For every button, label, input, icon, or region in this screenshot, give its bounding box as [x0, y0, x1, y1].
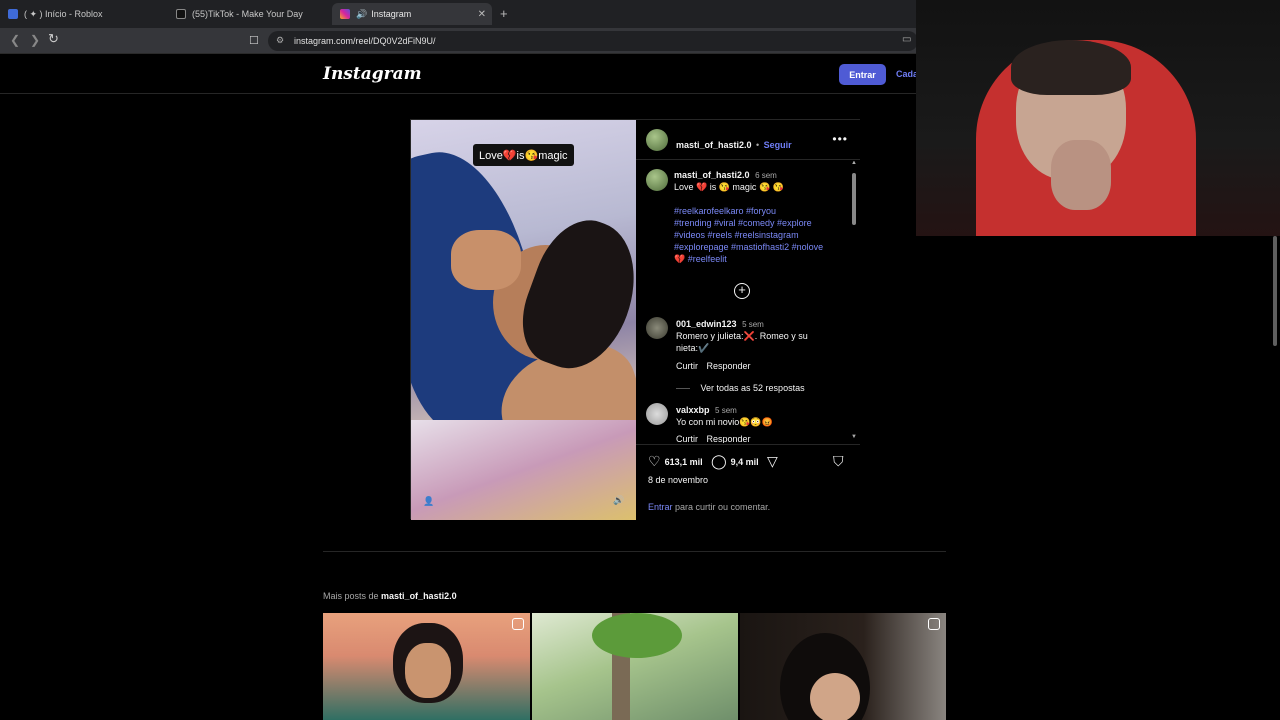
- caption-text: Love 💔 is 😘 magic 😘 😘: [674, 182, 784, 192]
- tab-instagram[interactable]: 🔊 Instagram ✕: [332, 3, 492, 25]
- follow-separator: •: [756, 140, 760, 150]
- webcam-overlay: [916, 0, 1280, 236]
- comment-text: nieta:✔️: [676, 343, 710, 353]
- scroll-up-icon[interactable]: ▲: [851, 161, 857, 166]
- author-avatar[interactable]: [646, 129, 668, 151]
- reload-icon[interactable]: ↻: [48, 31, 59, 47]
- post-header: masti_of_hasti2.0 • Seguir •••: [636, 120, 860, 160]
- caption-time: 6 sem: [755, 171, 777, 180]
- tab-title: Instagram: [371, 9, 412, 19]
- replies-divider: [676, 388, 690, 390]
- more-posts-label: Mais posts de: [323, 591, 379, 601]
- post-actions: ♡ 613,1 mil ◯ 9,4 mil ▽ ⛉ 8 de novembro …: [636, 444, 860, 520]
- comments-scroll-area[interactable]: masti_of_hasti2.0 6 sem Love 💔 is 😘 magi…: [636, 161, 860, 443]
- reel-icon: [928, 618, 940, 630]
- instagram-favicon-icon: [340, 9, 350, 19]
- webcam-hand: [1051, 140, 1111, 210]
- hashtag-line[interactable]: 💔 #reelfeelit: [674, 254, 727, 265]
- like-comment-button[interactable]: Curtir: [676, 361, 698, 371]
- url-text: instagram.com/reel/DQ0V2dFiN9U/: [294, 36, 436, 46]
- comments-count: 9,4 mil: [730, 456, 759, 467]
- back-icon[interactable]: ❮: [10, 33, 20, 47]
- hashtag-line[interactable]: #trending #viral #comedy #explore: [674, 218, 812, 228]
- thumbnail-leaves: [592, 613, 682, 658]
- comment-avatar[interactable]: [646, 317, 668, 339]
- view-replies-link[interactable]: Ver todas as 52 respostas: [701, 383, 805, 393]
- comment-icon: ◯: [711, 453, 727, 469]
- instagram-logo[interactable]: Instagram: [323, 64, 422, 84]
- caption-username[interactable]: masti_of_hasti2.0: [674, 170, 750, 180]
- post-container: Love💔is😘magic 👤 🔊 masti_of_hasti2.0 • Se…: [410, 119, 860, 520]
- new-tab-button[interactable]: +: [500, 6, 508, 21]
- author-username[interactable]: masti_of_hasti2.0: [676, 140, 752, 150]
- caption-avatar[interactable]: [646, 169, 668, 191]
- more-icon[interactable]: •••: [832, 132, 848, 146]
- more-post-thumbnail[interactable]: [532, 613, 738, 720]
- comment-button[interactable]: ◯ 9,4 mil: [711, 453, 759, 470]
- comment-avatar[interactable]: [646, 403, 668, 425]
- tiktok-favicon-icon: [176, 9, 186, 19]
- tab-title: ( ✦ ) Início - Roblox: [24, 8, 103, 19]
- comment-username[interactable]: valxxbp: [676, 405, 710, 415]
- scroll-down-icon[interactable]: ▼: [851, 434, 857, 440]
- reel-icon: [512, 618, 524, 630]
- save-button[interactable]: ⛉: [833, 453, 844, 470]
- reply-comment-button[interactable]: Responder: [707, 361, 751, 371]
- section-divider: [323, 551, 946, 552]
- save-icon: ⛉: [833, 453, 844, 469]
- more-post-thumbnail[interactable]: [323, 613, 530, 720]
- comment-text: Romero y julieta:❌. Romeo y su: [676, 331, 808, 341]
- hashtag-line[interactable]: #reelkarofeelkaro #foryou: [674, 206, 776, 216]
- page-scrollbar[interactable]: [1270, 236, 1280, 720]
- address-bar[interactable]: ⚙ instagram.com/reel/DQ0V2dFiN9U/: [268, 31, 918, 51]
- bookmark-icon[interactable]: ☐: [249, 34, 259, 47]
- login-button[interactable]: Entrar: [839, 64, 886, 85]
- post-date: 8 de novembro: [648, 475, 709, 485]
- more-post-thumbnail[interactable]: [740, 613, 946, 720]
- hashtag-line[interactable]: #videos #reels #reelsinstagram: [674, 230, 799, 240]
- video-frame-bedsheet: [411, 420, 636, 520]
- more-posts-user[interactable]: masti_of_hasti2.0: [381, 591, 457, 601]
- comments-scrollbar-thumb[interactable]: [852, 173, 856, 225]
- page-scrollbar-thumb[interactable]: [1273, 236, 1277, 346]
- roblox-favicon-icon: [8, 9, 18, 19]
- follow-button[interactable]: Seguir: [764, 140, 792, 150]
- share-button[interactable]: ▽: [767, 453, 778, 470]
- signup-link[interactable]: Cada: [896, 69, 918, 79]
- share-icon: ▽: [767, 453, 778, 469]
- comment-time: 5 sem: [715, 406, 737, 415]
- like-comment-button[interactable]: Curtir: [676, 434, 698, 443]
- user-tag-icon[interactable]: 👤: [423, 496, 434, 507]
- more-posts-heading: Mais posts de masti_of_hasti2.0: [323, 591, 457, 601]
- login-prompt-text: para curtir ou comentar.: [675, 502, 771, 512]
- comment-text: Yo con mi novio😘😳😡: [676, 417, 773, 427]
- reply-comment-button[interactable]: Responder: [707, 434, 751, 443]
- like-button[interactable]: ♡ 613,1 mil: [648, 453, 703, 470]
- forward-icon[interactable]: ❯: [30, 33, 40, 47]
- heart-icon: ♡: [648, 453, 661, 469]
- video-frame-hand: [451, 230, 521, 290]
- tab-roblox[interactable]: ( ✦ ) Início - Roblox: [0, 3, 168, 25]
- thumbnail-face: [405, 643, 451, 698]
- hashtag-line[interactable]: #explorepage #mastiofhasti2 #nolove: [674, 242, 823, 252]
- mute-icon[interactable]: 🔊: [613, 495, 624, 506]
- comments-scrollbar[interactable]: ▲ ▼: [850, 161, 858, 443]
- post-panel: masti_of_hasti2.0 • Seguir ••• masti_of_…: [636, 120, 860, 520]
- comment-username[interactable]: 001_edwin123: [676, 319, 737, 329]
- cast-icon[interactable]: ▭: [902, 34, 911, 45]
- likes-count: 613,1 mil: [664, 456, 703, 467]
- reel-video[interactable]: Love💔is😘magic 👤 🔊: [411, 120, 636, 520]
- audio-playing-icon: 🔊: [356, 8, 368, 19]
- tab-tiktok[interactable]: (55)TikTok - Make Your Day: [168, 3, 330, 25]
- close-tab-icon[interactable]: ✕: [478, 9, 486, 20]
- comment-time: 5 sem: [742, 320, 764, 329]
- login-link[interactable]: Entrar: [648, 502, 673, 512]
- webcam-hair: [1011, 40, 1131, 95]
- thumbnail-face: [810, 673, 860, 720]
- video-overlay-text: Love💔is😘magic: [473, 144, 574, 166]
- add-comment-icon[interactable]: +: [734, 283, 750, 299]
- site-info-icon[interactable]: ⚙: [276, 35, 284, 46]
- tab-title: (55)TikTok - Make Your Day: [192, 9, 303, 19]
